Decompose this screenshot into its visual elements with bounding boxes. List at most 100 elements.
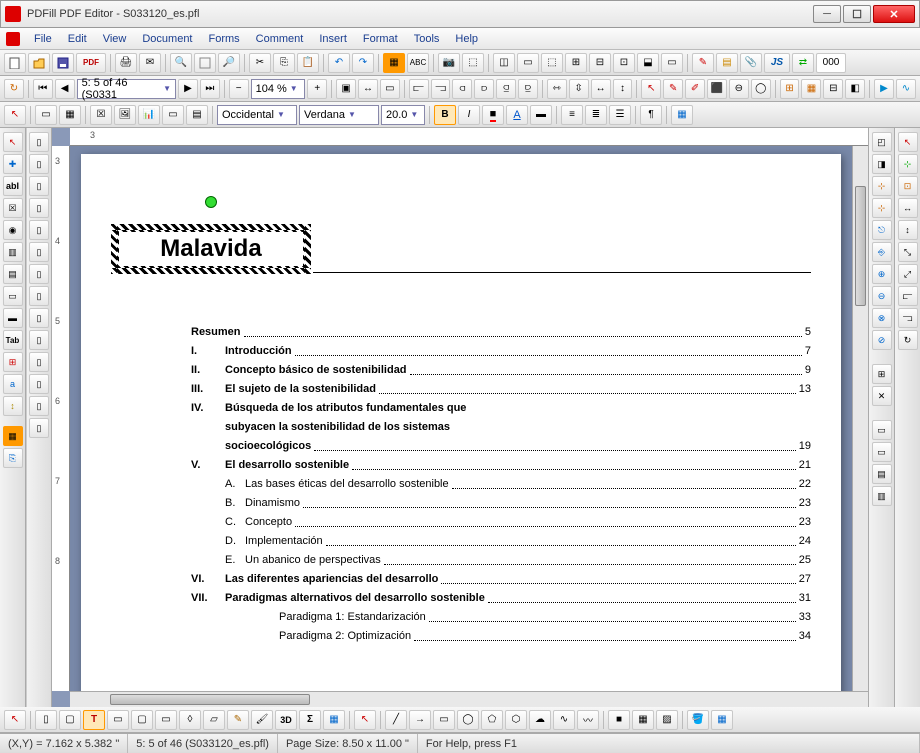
tool-d-icon[interactable]: ⊞ — [565, 53, 587, 73]
refresh-icon[interactable]: ↻ — [4, 79, 24, 99]
erase-icon[interactable]: ⊖ — [729, 79, 749, 99]
r1-icon[interactable]: ◰ — [872, 132, 892, 152]
menu-help[interactable]: Help — [447, 31, 486, 47]
b-pencil-icon[interactable]: ✎ — [227, 710, 249, 730]
font-color-icon[interactable]: A — [506, 105, 528, 125]
highlight-tool-icon[interactable]: ▦ — [383, 53, 405, 73]
layers-icon[interactable]: ▤ — [186, 105, 208, 125]
menu-edit[interactable]: Edit — [60, 31, 95, 47]
tab-order-icon[interactable]: Tab — [3, 330, 23, 350]
b-box4-icon[interactable]: ◊ — [179, 710, 201, 730]
select-icon[interactable]: ↖ — [4, 105, 26, 125]
b-oval-icon[interactable]: ◯ — [457, 710, 479, 730]
b-cursor-icon[interactable]: ↖ — [4, 710, 26, 730]
align-right-text-icon[interactable]: ☰ — [609, 105, 631, 125]
doc6-icon[interactable]: ▯ — [29, 242, 49, 262]
rr5-icon[interactable]: ↕ — [898, 220, 918, 240]
shape1-icon[interactable]: ◯ — [751, 79, 771, 99]
a-tool-icon[interactable]: a — [3, 374, 23, 394]
crosshair-icon[interactable]: ✚ — [3, 154, 23, 174]
save-icon[interactable] — [52, 53, 74, 73]
camera-icon[interactable]: 📷 — [438, 53, 460, 73]
align-right-icon[interactable]: ⫏ — [452, 79, 472, 99]
doc12-icon[interactable]: ▯ — [29, 374, 49, 394]
tool-f-icon[interactable]: ⊡ — [613, 53, 635, 73]
rotation-handle-icon[interactable] — [205, 196, 217, 208]
rr4-icon[interactable]: ↔ — [898, 198, 918, 218]
frame2-icon[interactable]: ▦ — [59, 105, 81, 125]
paragraph-icon[interactable]: ¶ — [640, 105, 662, 125]
cut-icon[interactable]: ✂ — [249, 53, 271, 73]
pdf-page[interactable]: Malavida Resumen5I.Introducción7II.Conce… — [81, 154, 841, 691]
menu-forms[interactable]: Forms — [201, 31, 248, 47]
align-bot-icon[interactable]: ⫒ — [518, 79, 538, 99]
align-left-icon[interactable]: ⫍ — [409, 79, 429, 99]
doc5-icon[interactable]: ▯ — [29, 220, 49, 240]
spellcheck-icon[interactable]: ABC — [407, 53, 429, 73]
rr7-icon[interactable]: ⤢ — [898, 264, 918, 284]
checkbox-tool-icon[interactable]: ☒ — [3, 198, 23, 218]
counter-badge[interactable]: 000 — [816, 53, 846, 73]
tool-c-icon[interactable]: ⬚ — [541, 53, 563, 73]
r13-icon[interactable]: ▭ — [872, 420, 892, 440]
align-center-text-icon[interactable]: ≣ — [585, 105, 607, 125]
link-icon[interactable]: ⇄ — [792, 53, 814, 73]
charset-selector[interactable]: Occidental▼ — [217, 105, 297, 125]
menu-comment[interactable]: Comment — [248, 31, 312, 47]
b-sigma-icon[interactable]: Σ — [299, 710, 321, 730]
selected-text-object[interactable]: Malavida — [111, 224, 311, 274]
r3-icon[interactable]: ⊹ — [872, 176, 892, 196]
checkbox-icon[interactable]: ☒ — [90, 105, 112, 125]
b-box3-icon[interactable]: ▭ — [155, 710, 177, 730]
b-image-icon[interactable]: ▢ — [59, 710, 81, 730]
tool-b-icon[interactable]: ▭ — [517, 53, 539, 73]
r2-icon[interactable]: ◨ — [872, 154, 892, 174]
sig-tool-icon[interactable]: ▬ — [3, 308, 23, 328]
rr6-icon[interactable]: ⤡ — [898, 242, 918, 262]
b-fill1-icon[interactable]: ■ — [608, 710, 630, 730]
properties-icon[interactable]: ▦ — [671, 105, 693, 125]
page-selector[interactable]: 5: 5 of 46 (S0331▼ — [77, 79, 176, 99]
rr1-icon[interactable]: ↖ — [898, 132, 918, 152]
email-icon[interactable]: ✉ — [139, 53, 161, 73]
r12-icon[interactable]: ✕ — [872, 386, 892, 406]
dist-h-icon[interactable]: ⇿ — [547, 79, 567, 99]
arrow-tool-icon[interactable]: ↕ — [3, 396, 23, 416]
rr8-icon[interactable]: ⫍ — [898, 286, 918, 306]
doc8-icon[interactable]: ▯ — [29, 286, 49, 306]
doc4-icon[interactable]: ▯ — [29, 198, 49, 218]
button-tool-icon[interactable]: ▭ — [3, 286, 23, 306]
find-icon[interactable] — [194, 53, 216, 73]
selected-side-tool-icon[interactable]: ▦ — [3, 426, 23, 446]
tool-g-icon[interactable]: ⬓ — [637, 53, 659, 73]
cursor-icon[interactable]: ↖ — [3, 132, 23, 152]
b-bucket-icon[interactable]: 🪣 — [687, 710, 709, 730]
scrollbar-vertical[interactable] — [852, 146, 868, 691]
radio-tool-icon[interactable]: ◉ — [3, 220, 23, 240]
grid3-icon[interactable]: ⊟ — [823, 79, 843, 99]
close-button[interactable]: ✕ — [873, 5, 915, 23]
doc3-icon[interactable]: ▯ — [29, 176, 49, 196]
next-page-icon[interactable]: ▶ — [178, 79, 198, 99]
minimize-button[interactable]: ─ — [813, 5, 841, 23]
search-icon[interactable]: 🔍 — [170, 53, 192, 73]
r5-icon[interactable]: ⎋ — [872, 220, 892, 240]
rr10-icon[interactable]: ↻ — [898, 330, 918, 350]
scan-icon[interactable]: ⬚ — [462, 53, 484, 73]
menu-format[interactable]: Format — [355, 31, 406, 47]
menu-tools[interactable]: Tools — [406, 31, 448, 47]
text-color-icon[interactable]: ■ — [482, 105, 504, 125]
r16-icon[interactable]: ▥ — [872, 486, 892, 506]
highlighter-icon[interactable]: ⬛ — [707, 79, 727, 99]
rr2-icon[interactable]: ⊹ — [898, 154, 918, 174]
image-icon[interactable]: 🖼 — [114, 105, 136, 125]
b-box5-icon[interactable]: ▱ — [203, 710, 225, 730]
pencil-icon[interactable]: ✎ — [692, 53, 714, 73]
align-center-h-icon[interactable]: ⫎ — [431, 79, 451, 99]
marker-icon[interactable]: ✐ — [685, 79, 705, 99]
align-left-text-icon[interactable]: ≡ — [561, 105, 583, 125]
b-brush-icon[interactable]: 🖌 — [251, 710, 273, 730]
doc13-icon[interactable]: ▯ — [29, 396, 49, 416]
b-poly1-icon[interactable]: ⬠ — [481, 710, 503, 730]
page-viewport[interactable]: Malavida Resumen5I.Introducción7II.Conce… — [70, 146, 852, 691]
